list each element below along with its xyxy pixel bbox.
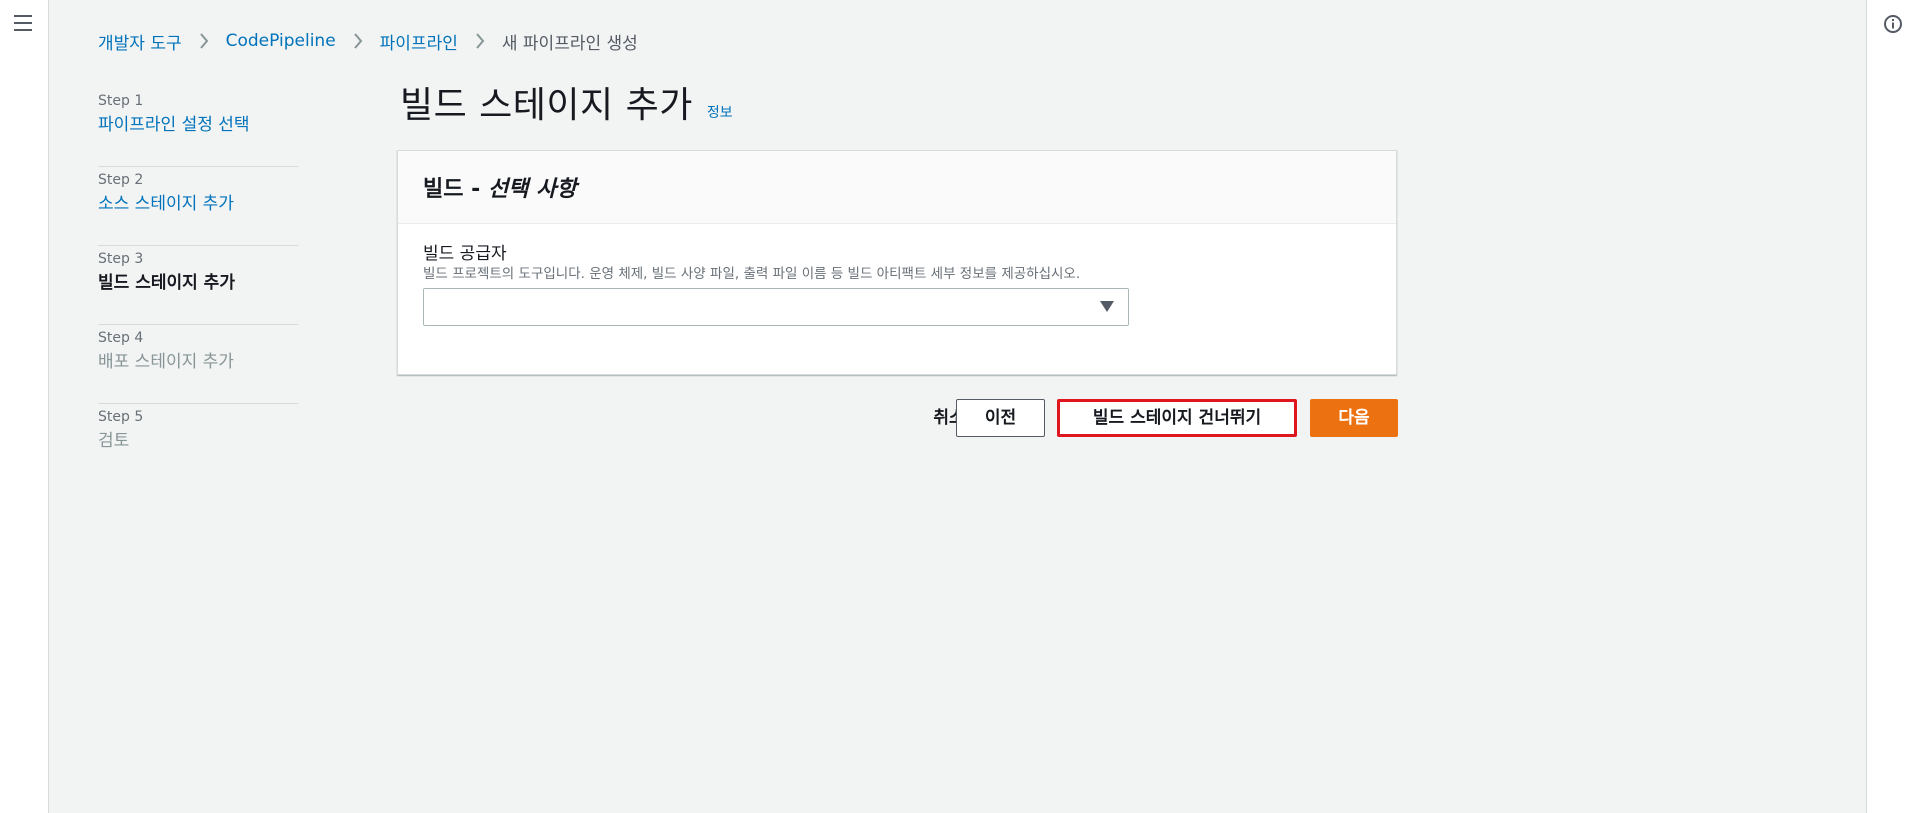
step-current-add-build: 빌드 스테이지 추가: [98, 273, 235, 293]
info-link[interactable]: 정보: [707, 102, 733, 122]
wizard-step-3: Step 3 빌드 스테이지 추가: [98, 246, 298, 325]
card-body: 빌드 공급자 빌드 프로젝트의 도구입니다. 운영 체제, 빌드 사양 파일, …: [398, 224, 1396, 326]
caret-down-icon: [1100, 301, 1114, 312]
breadcrumb: 개발자 도구 CodePipeline 파이프라인 새 파이프라인 생성: [98, 29, 638, 54]
chevron-right-icon: [343, 31, 373, 51]
skip-build-stage-button[interactable]: 빌드 스테이지 건너뛰기: [1057, 399, 1297, 437]
breadcrumb-create-pipeline: 새 파이프라인 생성: [501, 33, 638, 54]
info-circle-icon[interactable]: [1883, 14, 1903, 34]
card-title: 빌드 - 선택 사항: [423, 177, 577, 202]
breadcrumb-codepipeline[interactable]: CodePipeline: [226, 31, 336, 51]
wizard-actions: 취소 이전 빌드 스테이지 건너뛰기 다음: [49, 399, 1866, 437]
step-number: Step 1: [98, 93, 144, 109]
right-help-rail: [1866, 0, 1918, 813]
step-number: Step 2: [98, 172, 144, 188]
breadcrumb-pipelines[interactable]: 파이프라인: [380, 29, 458, 54]
hamburger-menu-icon[interactable]: [14, 15, 32, 31]
next-button[interactable]: 다음: [1310, 399, 1398, 437]
card-header: 빌드 - 선택 사항: [398, 151, 1396, 224]
page-title: 빌드 스테이지 추가: [400, 85, 693, 126]
chevron-right-icon: [465, 31, 495, 51]
main-content: 개발자 도구 CodePipeline 파이프라인 새 파이프라인 생성 Ste…: [49, 0, 1866, 813]
step-add-deploy: 배포 스테이지 추가: [98, 352, 234, 372]
page-header: 빌드 스테이지 추가 정보: [400, 76, 733, 128]
build-provider-description: 빌드 프로젝트의 도구입니다. 운영 체제, 빌드 사양 파일, 출력 파일 이…: [423, 266, 1081, 282]
breadcrumb-developer-tools[interactable]: 개발자 도구: [98, 29, 182, 54]
left-navigation-rail: [0, 0, 49, 813]
build-provider-label: 빌드 공급자: [423, 244, 507, 264]
step-number: Step 4: [98, 330, 144, 346]
build-stage-card: 빌드 - 선택 사항 빌드 공급자 빌드 프로젝트의 도구입니다. 운영 체제,…: [397, 150, 1397, 375]
step-number: Step 3: [98, 251, 144, 267]
chevron-right-icon: [189, 31, 219, 51]
card-title-optional: 선택 사항: [487, 177, 577, 202]
step-link-add-source[interactable]: 소스 스테이지 추가: [98, 190, 298, 218]
previous-button[interactable]: 이전: [956, 399, 1045, 437]
build-provider-select[interactable]: [423, 288, 1129, 326]
wizard-step-1: Step 1 파이프라인 설정 선택: [98, 88, 298, 167]
wizard-step-4: Step 4 배포 스테이지 추가: [98, 325, 298, 404]
step-link-choose-settings[interactable]: 파이프라인 설정 선택: [98, 111, 298, 139]
wizard-step-2: Step 2 소스 스테이지 추가: [98, 167, 298, 246]
card-title-prefix: 빌드 -: [423, 177, 488, 202]
